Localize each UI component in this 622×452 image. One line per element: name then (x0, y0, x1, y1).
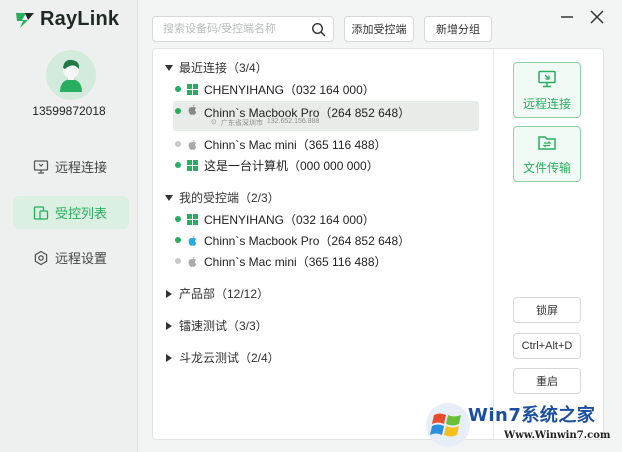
watermark-title: Win7系统之家 (468, 405, 596, 426)
search-input[interactable] (163, 23, 303, 35)
restart-button[interactable]: 重启 (513, 368, 581, 394)
remote-connect-label: 远程连接 (522, 96, 571, 111)
apple-icon (188, 235, 197, 246)
lock-screen-button[interactable]: 锁屏 (513, 297, 581, 323)
online-status-dot (175, 216, 181, 222)
group-label: 产品部（12/12） (179, 287, 270, 301)
watermark-url: Www.Winwin7.com (504, 430, 611, 441)
sidebar-item-remote-settings[interactable]: 远程设置 (13, 241, 129, 274)
device-list-icon (33, 205, 49, 220)
app-name: RayLink (40, 8, 120, 30)
online-status-dot (175, 108, 181, 114)
app-logo: RayLink (14, 8, 119, 31)
device-row[interactable]: Chinn`s Mac mini（365 116 488） (175, 252, 479, 270)
watermark: Win7系统之家 Www.Winwin7.com (424, 397, 622, 452)
device-name: Chinn`s Macbook Pro（264 852 648） (204, 233, 411, 248)
expand-right-icon (166, 289, 172, 298)
offline-status-dot (175, 258, 181, 264)
group-header-doulong-test[interactable]: 斗龙云测试（2/4） (165, 349, 280, 366)
device-row[interactable]: CHENYIHANG（032 164 000） (175, 210, 479, 228)
sidebar-item-label: 远程连接 (55, 160, 108, 175)
folder-transfer-icon (538, 135, 556, 150)
device-ip: 132.652.156.888 (266, 118, 320, 125)
windows-icon (187, 83, 198, 95)
remote-desktop-icon (33, 159, 49, 174)
group-header-recent[interactable]: 最近连接（3/4） (165, 59, 268, 76)
device-row[interactable]: Chinn`s Macbook Pro（264 852 648） (175, 231, 479, 249)
search-box (152, 16, 334, 42)
file-transfer-button[interactable]: 文件传输 (513, 126, 581, 182)
device-row[interactable]: CHENYIHANG（032 164 000） (175, 80, 479, 98)
sidebar-item-remote-connect[interactable]: 远程连接 (13, 150, 129, 183)
add-group-button[interactable]: 新增分组 (424, 16, 492, 42)
user-avatar-icon (46, 50, 96, 100)
location-pin-icon: ⊙ (211, 119, 217, 126)
group-label: 我的受控端（2/3） (179, 191, 280, 205)
sidebar-item-label: 受控列表 (55, 206, 108, 221)
device-name: Chinn`s Mac mini（365 116 488） (204, 254, 387, 269)
remote-connect-button[interactable]: 远程连接 (513, 62, 581, 118)
windows-icon (187, 159, 198, 171)
sidebar-item-device-list[interactable]: 受控列表 (13, 196, 129, 229)
minimize-icon[interactable] (558, 8, 576, 26)
search-icon[interactable] (311, 22, 326, 37)
device-name: CHENYIHANG（032 164 000） (204, 212, 375, 227)
device-location: 广东省深圳市 (220, 120, 263, 127)
raylink-logo-icon (16, 12, 34, 28)
group-header-product[interactable]: 产品部（12/12） (165, 285, 269, 302)
device-row-selected[interactable]: Chinn`s Macbook Pro（264 852 648） ⊙ 广东省深圳… (173, 101, 479, 131)
device-row[interactable]: 这是一台计算机（000 000 000） (175, 156, 479, 174)
windows-logo-icon (426, 403, 470, 447)
expand-right-icon (166, 353, 172, 362)
apple-icon (188, 256, 197, 267)
device-name: Chinn`s Mac mini（365 116 488） (204, 137, 387, 152)
group-label: 斗龙云测试（2/4） (179, 351, 280, 365)
device-row[interactable]: Chinn`s Mac mini（365 116 488） (175, 135, 479, 153)
device-panel: 最近连接（3/4） CHENYIHANG（032 164 000） Chinn`… (152, 48, 604, 440)
sidebar: RayLink 13599872018 远程连接 受控列表 远程设置 (0, 0, 138, 452)
avatar[interactable] (46, 50, 96, 100)
add-device-button[interactable]: 添加受控端 (344, 16, 414, 42)
close-icon[interactable] (588, 8, 606, 26)
offline-status-dot (175, 141, 181, 147)
online-status-dot (175, 162, 181, 168)
group-label: 最近连接（3/4） (179, 61, 268, 75)
ctrl-alt-del-button[interactable]: Ctrl+Alt+D (513, 333, 581, 359)
device-name: 这是一台计算机（000 000 000） (204, 158, 379, 173)
user-id: 13599872018 (32, 104, 106, 118)
expand-down-icon (165, 194, 173, 201)
apple-icon (188, 139, 197, 150)
online-status-dot (175, 86, 181, 92)
device-location-info: ⊙ 广东省深圳市 132.652.156.888 (211, 118, 319, 128)
online-status-dot (175, 237, 181, 243)
panel-divider (493, 49, 494, 439)
settings-icon (34, 250, 48, 265)
group-header-my-devices[interactable]: 我的受控端（2/3） (165, 189, 280, 206)
apple-icon (188, 104, 197, 115)
file-transfer-label: 文件传输 (522, 160, 571, 175)
expand-down-icon (165, 64, 173, 71)
group-label: 镭速测试（3/3） (179, 319, 268, 333)
device-list: 最近连接（3/4） CHENYIHANG（032 164 000） Chinn`… (153, 49, 493, 439)
device-name: CHENYIHANG（032 164 000） (204, 82, 375, 97)
windows-icon (187, 213, 198, 225)
remote-desktop-icon (538, 70, 556, 87)
expand-right-icon (166, 321, 172, 330)
app-window: RayLink 13599872018 远程连接 受控列表 远程设置 搜索设备码… (0, 0, 622, 452)
group-header-raysync-test[interactable]: 镭速测试（3/3） (165, 317, 268, 334)
sidebar-item-label: 远程设置 (55, 251, 108, 266)
